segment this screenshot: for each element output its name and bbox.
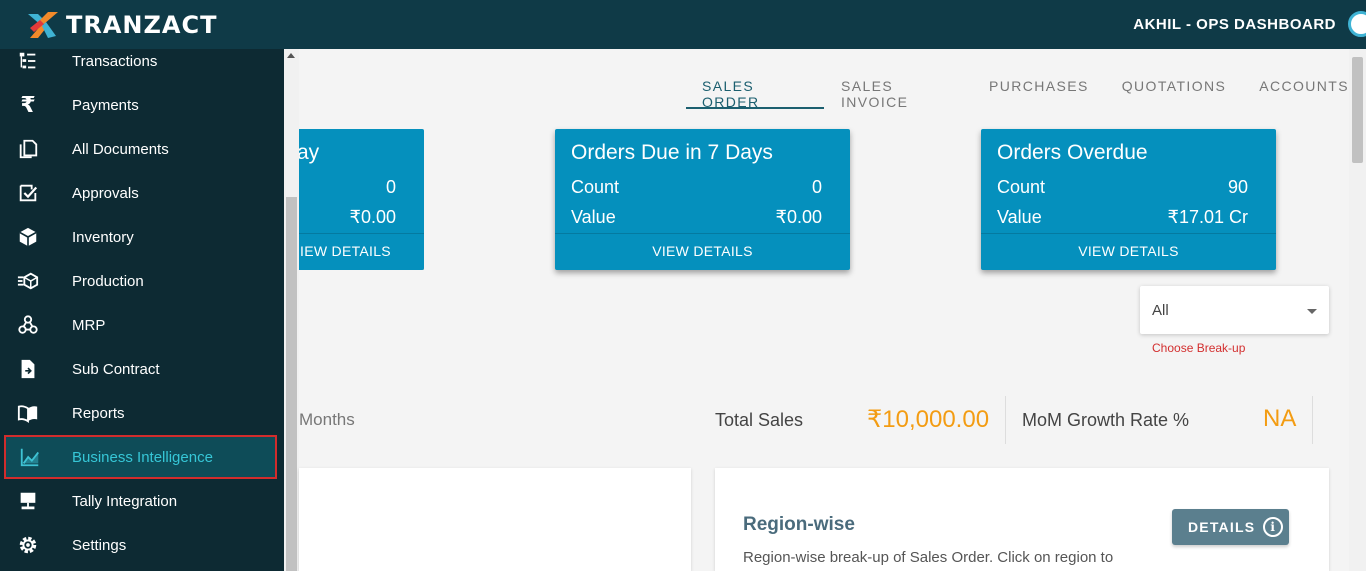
sidebar-item-label: Approvals <box>72 184 139 202</box>
chart-icon <box>18 445 42 469</box>
sidebar-item-approvals[interactable]: Approvals <box>0 171 284 215</box>
production-icon <box>16 269 40 293</box>
card-count-label: Count <box>571 177 620 197</box>
total-sales-value: ₹10,000.00 <box>867 406 990 433</box>
sidebar-item-label: Sub Contract <box>72 360 160 378</box>
subcontract-icon <box>16 357 40 381</box>
stat-divider <box>1312 396 1313 444</box>
sidebar-item-mrp[interactable]: MRP <box>0 303 284 347</box>
breakup-selected-value: All <box>1152 302 1169 319</box>
card-value-label: Value <box>571 207 616 227</box>
inventory-icon <box>16 225 40 249</box>
avatar[interactable] <box>1348 11 1366 37</box>
sidebar-item-sub-contract[interactable]: Sub Contract <box>0 347 284 391</box>
summary-card-orders-overdue: Orders Overdue Count 90 Value ₹17.01 Cr … <box>981 129 1276 270</box>
details-button-label: DETAILS <box>1188 519 1256 535</box>
sidebar-item-reports[interactable]: Reports <box>0 391 284 435</box>
documents-icon <box>16 137 40 161</box>
card-value-value: ₹0.00 <box>775 207 823 227</box>
gear-icon <box>16 533 40 557</box>
tab-sales-order[interactable]: SALES ORDER <box>686 70 824 110</box>
card-title: Orders Due in 7 Days <box>571 141 773 164</box>
sidebar-item-inventory[interactable]: Inventory <box>0 215 284 259</box>
growth-rate-label: MoM Growth Rate % <box>1022 410 1190 430</box>
transactions-icon <box>16 49 40 73</box>
breakup-select[interactable]: All <box>1140 286 1329 334</box>
card-count-value: 0 <box>385 177 396 197</box>
approvals-icon <box>16 181 40 205</box>
card-count-value: 90 <box>1227 177 1248 197</box>
main-scrollbar[interactable] <box>1349 49 1366 571</box>
card-value-value: ₹0.00 <box>349 207 397 227</box>
sidebar-item-all-documents[interactable]: All Documents <box>0 127 284 171</box>
card-count-value: 0 <box>811 177 822 197</box>
tab-sales-invoice[interactable]: SALES INVOICE <box>825 70 972 110</box>
scroll-up-arrow-icon[interactable] <box>287 53 295 58</box>
region-panel-description: Region-wise break-up of Sales Order. Cli… <box>743 549 1114 566</box>
document-tabs: SALES ORDER SALES INVOICE PURCHASES QUOT… <box>686 70 1366 110</box>
region-details-button[interactable]: DETAILS i <box>1172 509 1289 545</box>
sidebar-item-label: Transactions <box>72 52 158 70</box>
brand-name: TRANZACT <box>66 11 218 39</box>
card-value-row: Value ₹17.01 Cr <box>997 207 1248 228</box>
sidebar-item-label: Payments <box>72 96 139 114</box>
tab-accounts[interactable]: ACCOUNTS <box>1243 70 1365 109</box>
sidebar-item-label: Reports <box>72 404 125 422</box>
card-divider <box>555 233 850 234</box>
mrp-icon <box>16 313 40 337</box>
view-details-button[interactable]: IEW DETAILS <box>300 243 424 259</box>
period-label[interactable]: Months <box>299 410 355 430</box>
card-count-row: 0 <box>299 177 396 198</box>
user-label[interactable]: AKHIL - OPS DASHBOARD <box>1133 16 1336 33</box>
card-title: Orders Overdue <box>997 141 1148 164</box>
card-count-row: Count 0 <box>571 177 822 198</box>
sidebar-scrollbar[interactable] <box>284 49 299 571</box>
card-value-value: ₹17.01 Cr <box>1167 207 1249 227</box>
sidebar-item-label: Inventory <box>72 228 134 246</box>
sidebar-scroll-thumb[interactable] <box>286 197 297 571</box>
stat-divider <box>1005 396 1006 444</box>
card-count-row: Count 90 <box>997 177 1248 198</box>
sidebar-item-label: Settings <box>72 536 127 554</box>
sidebar-item-label: All Documents <box>72 140 169 158</box>
sidebar-item-business-intelligence[interactable]: Business Intelligence <box>4 435 277 479</box>
view-details-button[interactable]: VIEW DETAILS <box>555 243 850 259</box>
sidebar-item-label: Production <box>72 272 144 290</box>
tally-icon <box>16 489 40 513</box>
chart-panel <box>299 468 691 571</box>
sidebar-item-label: MRP <box>72 316 106 334</box>
card-value-row: ₹0.00 <box>299 207 397 228</box>
sidebar-item-settings[interactable]: Settings <box>0 523 284 567</box>
sidebar-item-tally-integration[interactable]: Tally Integration <box>0 479 284 523</box>
card-value-row: Value ₹0.00 <box>571 207 822 228</box>
sidebar-item-label: Business Intelligence <box>72 448 213 466</box>
breakup-hint: Choose Break-up <box>1152 341 1246 355</box>
view-details-button[interactable]: VIEW DETAILS <box>981 243 1276 259</box>
info-icon: i <box>1263 517 1284 537</box>
rupee-icon: ₹ <box>20 92 36 117</box>
sidebar: Transactions ₹ Payments All Documents Ap… <box>0 49 284 571</box>
chevron-down-icon <box>1307 309 1317 314</box>
reports-icon <box>16 401 40 425</box>
card-count-label: Count <box>997 177 1046 197</box>
sidebar-item-transactions[interactable]: Transactions <box>0 39 284 83</box>
growth-rate-value: NA <box>1263 405 1297 432</box>
main-scroll-thumb[interactable] <box>1352 57 1363 163</box>
region-panel: Region-wise Region-wise break-up of Sale… <box>715 468 1329 571</box>
tab-purchases[interactable]: PURCHASES <box>973 70 1105 109</box>
summary-card-orders-due-7-days: Orders Due in 7 Days Count 0 Value ₹0.00… <box>555 129 850 270</box>
total-sales-label: Total Sales <box>715 410 804 430</box>
card-value-label: Value <box>997 207 1042 227</box>
sidebar-item-payments[interactable]: ₹ Payments <box>0 83 284 127</box>
sidebar-item-label: Tally Integration <box>72 492 178 510</box>
card-divider <box>981 233 1276 234</box>
region-panel-title: Region-wise <box>743 514 855 535</box>
sidebar-item-production[interactable]: Production <box>0 259 284 303</box>
card-title: ay <box>297 141 320 164</box>
tab-quotations[interactable]: QUOTATIONS <box>1106 70 1242 109</box>
